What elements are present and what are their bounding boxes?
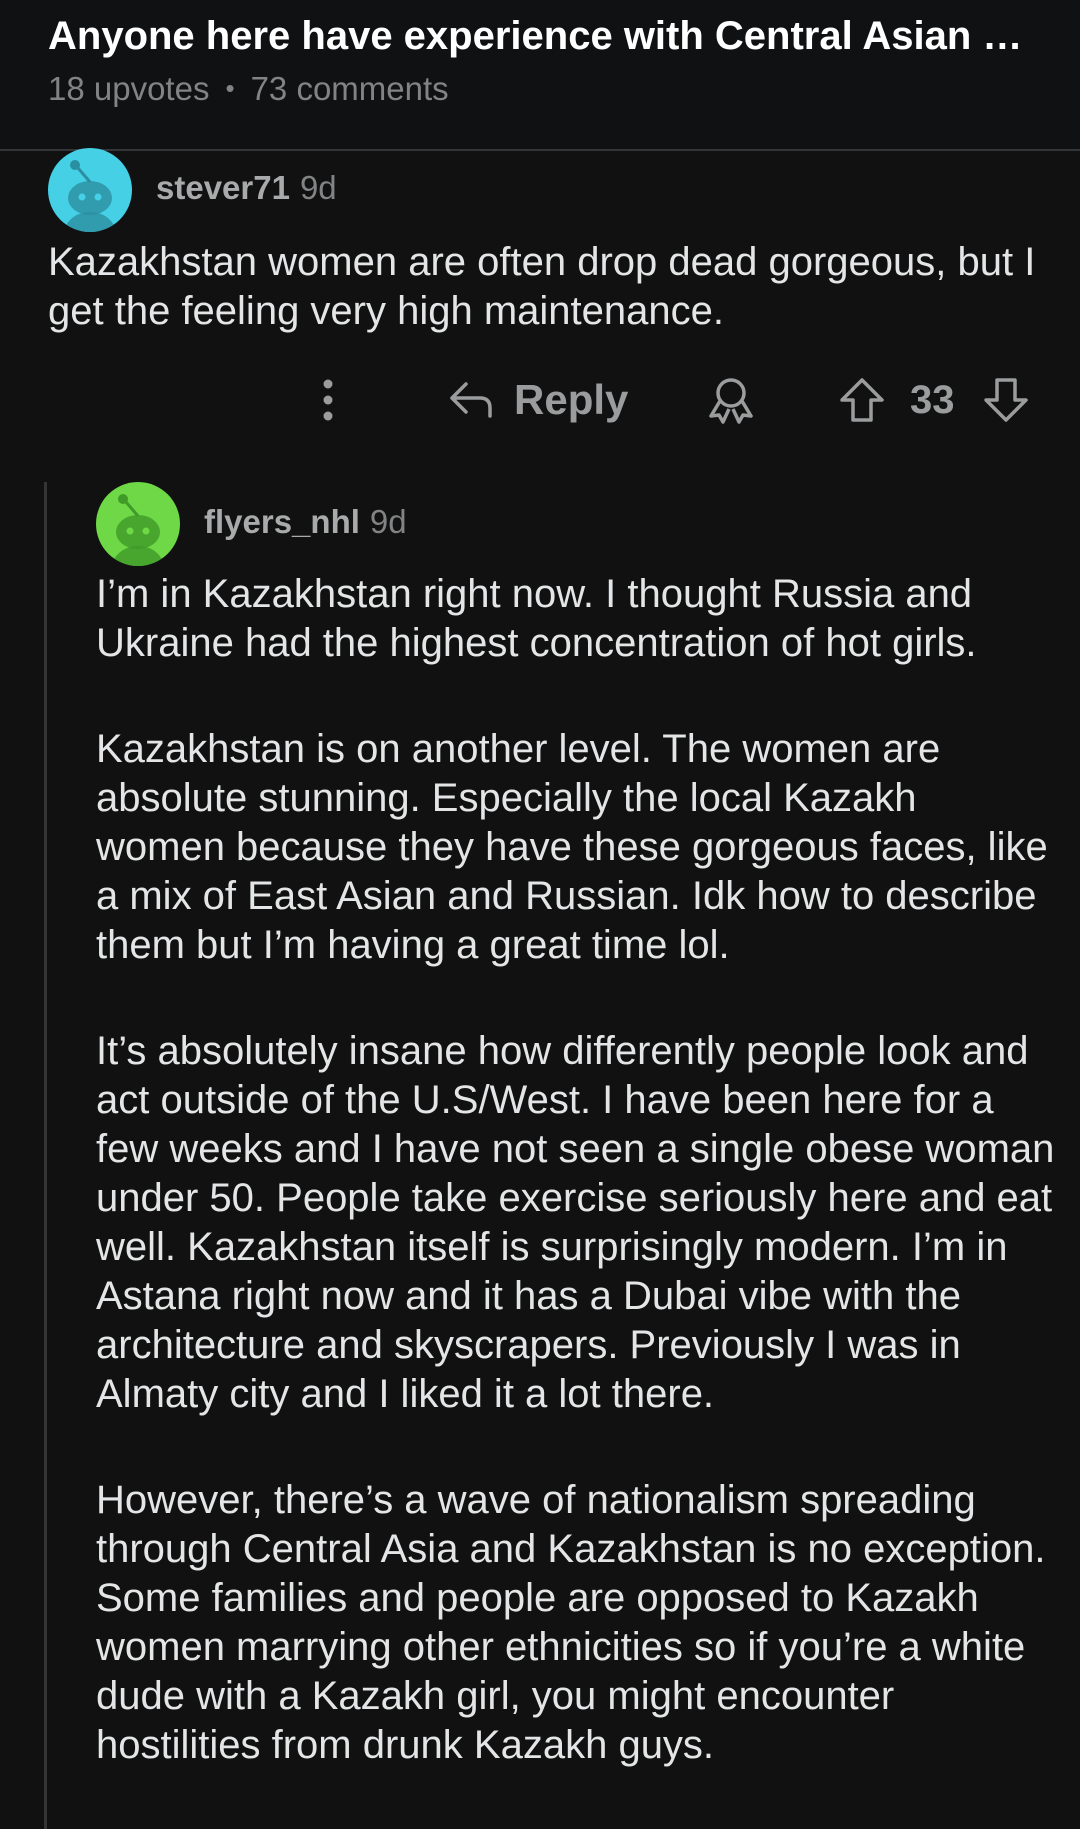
more-options-icon bbox=[323, 379, 333, 421]
avatar-stever71[interactable] bbox=[48, 148, 132, 232]
comment-action-bar: Reply 33 bbox=[0, 368, 1080, 432]
comment-body: Kazakhstan women are often drop dead gor… bbox=[48, 240, 1036, 333]
upvote-count: 18 upvotes bbox=[48, 70, 210, 107]
post-stats: 18 upvotes • 73 comments bbox=[48, 68, 449, 109]
award-icon bbox=[709, 378, 753, 424]
downvote-arrow-icon bbox=[984, 378, 1028, 422]
reply-label: Reply bbox=[514, 376, 629, 423]
reply-meta: flyers_nhl 9d bbox=[204, 502, 407, 542]
comment-username[interactable]: stever71 bbox=[156, 169, 290, 206]
award-button[interactable] bbox=[706, 368, 756, 432]
reply-paragraph: Kazakhstan is on another level. The wome… bbox=[96, 727, 1048, 967]
reply-button[interactable]: Reply bbox=[448, 368, 628, 432]
upvote-button[interactable] bbox=[838, 368, 886, 432]
comment-meta: stever71 9d bbox=[156, 168, 337, 208]
reply-age: 9d bbox=[369, 503, 407, 540]
vote-score: 33 bbox=[910, 378, 955, 422]
upvote-arrow-icon bbox=[840, 378, 884, 422]
reply-paragraph: I’m in Kazakhstan right now. I thought R… bbox=[96, 572, 977, 665]
snoo-avatar-icon bbox=[112, 494, 164, 566]
reply-body: I’m in Kazakhstan right now. I thought R… bbox=[96, 570, 1056, 1827]
more-options-button[interactable] bbox=[312, 368, 344, 432]
reply-paragraph: It’s absolutely insane how differently p… bbox=[96, 1029, 1055, 1416]
comment-count: 73 comments bbox=[250, 70, 449, 107]
post-header: Anyone here have experience with Central… bbox=[0, 0, 1080, 151]
avatar-flyers-nhl[interactable] bbox=[96, 482, 180, 566]
snoo-avatar-icon bbox=[64, 160, 116, 232]
thread-line[interactable] bbox=[44, 482, 47, 1829]
comment-age: 9d bbox=[299, 169, 337, 206]
reply-arrow-icon bbox=[450, 382, 492, 418]
downvote-button[interactable] bbox=[982, 368, 1030, 432]
stats-separator: • bbox=[225, 73, 235, 103]
reply-username[interactable]: flyers_nhl bbox=[204, 503, 360, 540]
post-title[interactable]: Anyone here have experience with Central… bbox=[48, 12, 1038, 60]
reply-paragraph: However, there’s a wave of nationalism s… bbox=[96, 1478, 1046, 1767]
